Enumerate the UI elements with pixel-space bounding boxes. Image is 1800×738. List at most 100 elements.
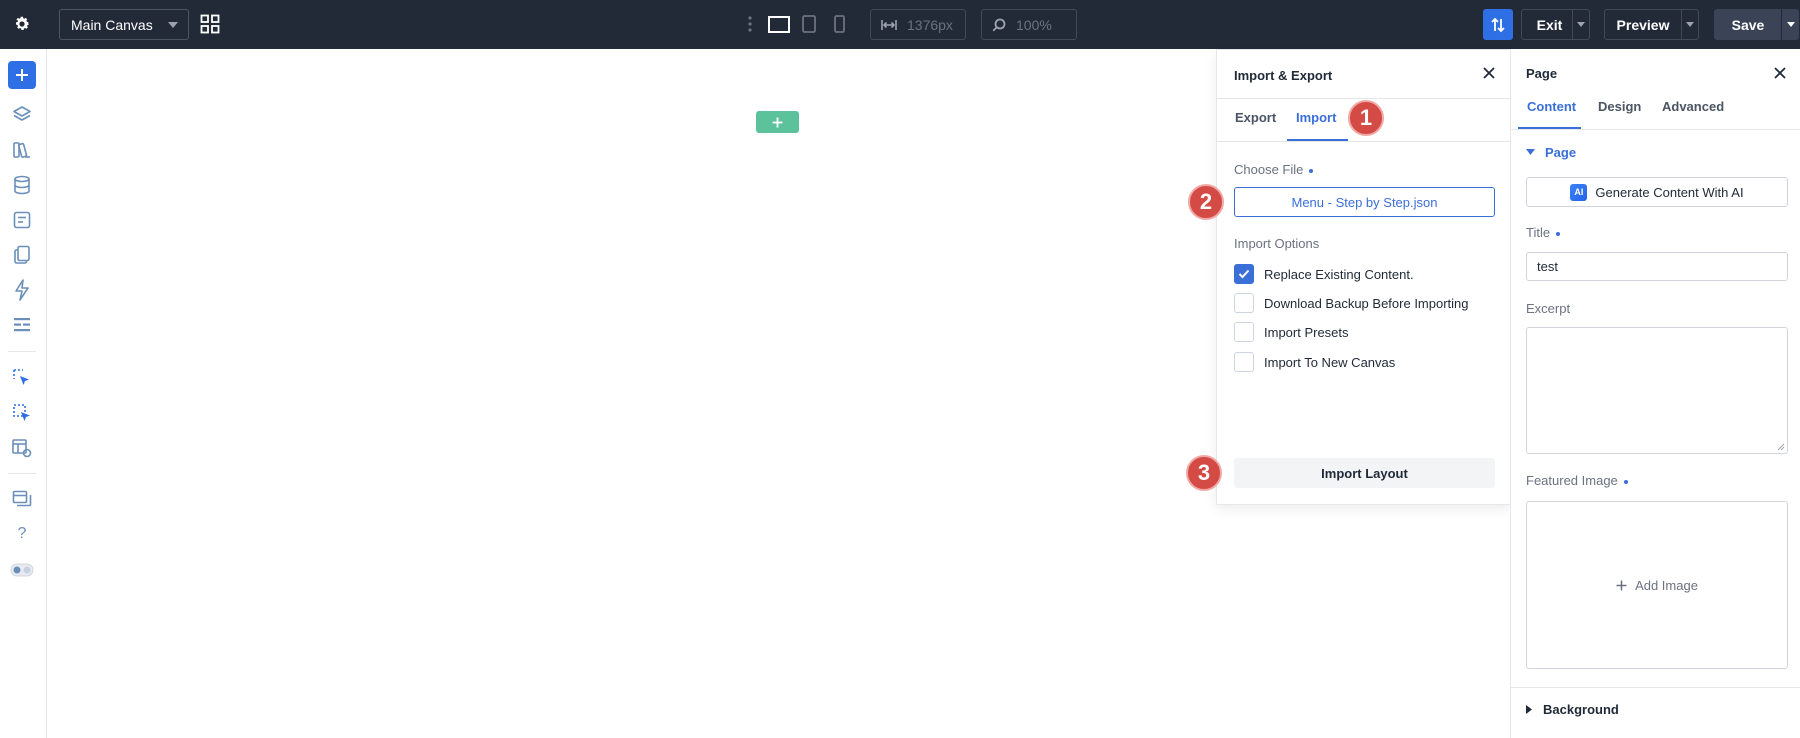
- plus-icon: [772, 117, 783, 128]
- caret-down-icon: [1577, 22, 1585, 27]
- tab-import[interactable]: Import: [1296, 110, 1336, 125]
- more-vertical-icon[interactable]: [744, 14, 756, 34]
- exit-dropdown-toggle[interactable]: [1572, 9, 1590, 40]
- section-page-header[interactable]: Page: [1526, 145, 1576, 160]
- step-badge-3: 3: [1186, 455, 1222, 491]
- option-label: Import To New Canvas: [1264, 354, 1396, 370]
- add-section-button[interactable]: [756, 111, 799, 133]
- grid-icon[interactable]: [198, 12, 222, 36]
- canvas-select[interactable]: Main Canvas: [59, 9, 189, 40]
- close-icon[interactable]: [1481, 65, 1497, 81]
- checkbox[interactable]: [1234, 293, 1254, 313]
- section-background-header[interactable]: Background: [1526, 702, 1619, 717]
- step-badge-1: 1: [1348, 100, 1384, 136]
- excerpt-textarea[interactable]: [1526, 327, 1788, 454]
- phone-view-icon[interactable]: [830, 13, 848, 35]
- chevron-down-icon: [168, 22, 178, 28]
- select-element-icon[interactable]: [10, 366, 34, 390]
- file-name: Menu - Step by Step.json: [1291, 194, 1438, 210]
- option-download-backup[interactable]: Download Backup Before Importing: [1234, 293, 1469, 313]
- page-settings-panel: Page Content Design Advanced Page AI Gen…: [1510, 49, 1800, 738]
- help-icon[interactable]: ?: [10, 522, 34, 546]
- title-label: Title: [1526, 225, 1561, 240]
- import-export-toggle-button[interactable]: [1483, 9, 1513, 40]
- layers-icon[interactable]: [10, 103, 34, 127]
- option-replace-existing[interactable]: Replace Existing Content.: [1234, 264, 1414, 284]
- form-icon[interactable]: [10, 208, 34, 232]
- tab-content[interactable]: Content: [1527, 99, 1576, 114]
- option-label: Download Backup Before Importing: [1264, 295, 1469, 311]
- choose-file-button[interactable]: Menu - Step by Step.json: [1234, 187, 1495, 217]
- panel-title: Page: [1526, 66, 1558, 81]
- tabs-divider: [1511, 129, 1800, 130]
- generate-ai-button[interactable]: AI Generate Content With AI: [1526, 177, 1788, 207]
- ai-button-label: Generate Content With AI: [1595, 184, 1744, 200]
- title-input[interactable]: test: [1526, 252, 1788, 281]
- width-icon: [881, 19, 897, 31]
- add-icon[interactable]: [8, 61, 36, 89]
- pages-icon[interactable]: [10, 243, 34, 267]
- save-dropdown-toggle[interactable]: [1781, 9, 1799, 40]
- caret-down-icon: [1686, 22, 1694, 27]
- choose-file-label: Choose File: [1234, 162, 1314, 177]
- import-options-label: Import Options: [1234, 236, 1320, 251]
- caret-down-icon: [1786, 22, 1795, 27]
- section-title: Page: [1545, 145, 1577, 160]
- gear-icon[interactable]: [10, 12, 34, 36]
- tabs-divider: [1217, 98, 1511, 99]
- preview-button[interactable]: Preview: [1604, 9, 1682, 40]
- multi-select-icon[interactable]: [10, 401, 34, 425]
- preview-label: Preview: [1616, 16, 1670, 33]
- canvases-icon[interactable]: [10, 487, 34, 511]
- section-divider: [1511, 687, 1800, 688]
- excerpt-label: Excerpt: [1526, 301, 1571, 316]
- sidebar-divider: [8, 351, 36, 352]
- caret-down-icon: [1526, 149, 1535, 156]
- caret-right-icon: [1526, 705, 1533, 714]
- save-label: Save: [1731, 16, 1765, 33]
- database-icon[interactable]: [10, 173, 34, 197]
- tab-export[interactable]: Export: [1235, 110, 1276, 125]
- top-toolbar: Main Canvas 1376px 100% Exit Preview Sav…: [0, 0, 1800, 49]
- zoom-field[interactable]: 100%: [981, 9, 1077, 40]
- zoom-icon: [992, 18, 1006, 32]
- desktop-view-icon[interactable]: [767, 13, 791, 35]
- tablet-view-icon[interactable]: [800, 13, 818, 35]
- width-field[interactable]: 1376px: [870, 9, 966, 40]
- zoom-value: 100%: [1016, 16, 1052, 33]
- import-layout-button[interactable]: Import Layout: [1234, 458, 1495, 488]
- template-view-icon[interactable]: [10, 436, 34, 460]
- library-icon[interactable]: [10, 138, 34, 162]
- exit-label: Exit: [1536, 16, 1563, 33]
- save-button[interactable]: Save: [1714, 9, 1782, 40]
- checkbox[interactable]: [1234, 322, 1254, 342]
- add-image-dropzone[interactable]: Add Image: [1526, 501, 1788, 669]
- left-sidebar: ?: [0, 49, 47, 738]
- tab-design[interactable]: Design: [1598, 99, 1641, 114]
- lightning-icon[interactable]: [10, 278, 34, 302]
- preview-dropdown-toggle[interactable]: [1681, 9, 1699, 40]
- close-icon[interactable]: [1772, 65, 1788, 81]
- sidebar-divider: [8, 473, 36, 474]
- checkbox-checked[interactable]: [1234, 264, 1254, 284]
- option-label: Import Presets: [1264, 324, 1349, 340]
- required-dot: [1556, 231, 1561, 236]
- checkbox[interactable]: [1234, 352, 1254, 372]
- featured-image-text: Featured Image: [1526, 473, 1618, 488]
- featured-image-label: Featured Image: [1526, 473, 1628, 488]
- tab-advanced[interactable]: Advanced: [1662, 99, 1724, 114]
- ai-icon: AI: [1570, 183, 1588, 201]
- option-import-new-canvas[interactable]: Import To New Canvas: [1234, 352, 1395, 372]
- option-label: Replace Existing Content.: [1264, 266, 1414, 282]
- plus-icon: [1616, 580, 1627, 591]
- mode-toggle-icon[interactable]: [10, 558, 34, 582]
- add-image-label: Add Image: [1635, 577, 1698, 593]
- exit-button[interactable]: Exit: [1521, 9, 1577, 40]
- import-layout-label: Import Layout: [1321, 465, 1408, 481]
- tabs-divider: [1217, 141, 1511, 142]
- option-import-presets[interactable]: Import Presets: [1234, 322, 1349, 342]
- structure-icon[interactable]: [10, 313, 34, 337]
- required-dot: [1309, 168, 1314, 173]
- required-dot: [1623, 479, 1628, 484]
- title-label-text: Title: [1526, 225, 1551, 240]
